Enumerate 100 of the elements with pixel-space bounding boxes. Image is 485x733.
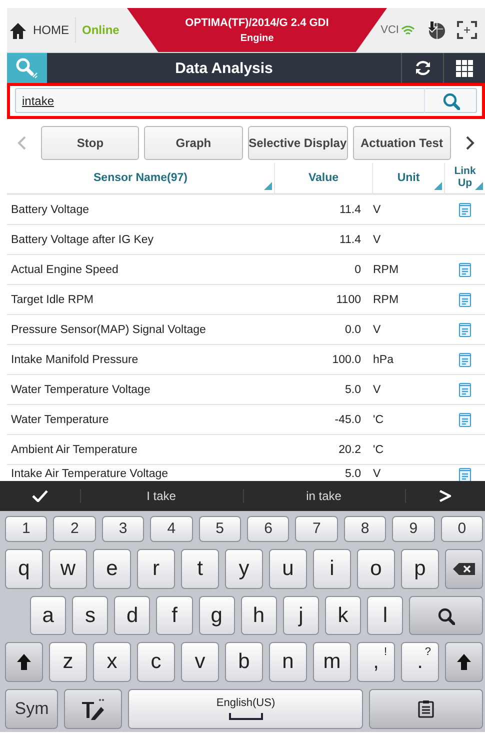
refresh-icon[interactable] <box>414 59 432 77</box>
column-header[interactable]: Value <box>308 172 339 184</box>
key[interactable]: k <box>324 596 362 636</box>
sensor-name: Battery Voltage after IG Key <box>10 234 155 246</box>
key[interactable]: .? <box>401 642 439 682</box>
space-key[interactable]: English(US) <box>128 689 364 729</box>
key[interactable]: c <box>137 642 175 682</box>
search-key[interactable] <box>409 596 483 636</box>
column-header[interactable]: Link Up <box>453 166 477 190</box>
sort-icon[interactable] <box>264 182 272 190</box>
checkmark-icon[interactable] <box>32 490 48 502</box>
sensor-name: Actual Engine Speed <box>10 264 120 276</box>
key[interactable]: 3 <box>102 516 144 542</box>
key[interactable]: h <box>240 596 277 636</box>
sensor-value: 5.0 <box>344 384 362 396</box>
key[interactable]: p <box>401 548 439 589</box>
vehicle-name: OPTIMA(TF)/2014/G 2.4 GDI <box>185 16 329 28</box>
document-icon[interactable] <box>459 412 471 426</box>
search-field[interactable]: intake <box>15 88 425 113</box>
sensor-name: Pressure Sensor(MAP) Signal Voltage <box>10 324 207 336</box>
sort-icon[interactable] <box>434 182 442 190</box>
space-bar-icon <box>228 713 263 722</box>
search-icon <box>442 92 460 110</box>
key[interactable]: o <box>357 548 395 589</box>
clipboard-key[interactable] <box>369 689 483 729</box>
key[interactable]: e <box>93 548 131 589</box>
search-icon <box>15 57 39 79</box>
key[interactable]: r <box>137 548 175 589</box>
word-suggestion[interactable]: in take <box>306 489 342 503</box>
column-header[interactable]: Sensor Name(97) <box>94 172 188 184</box>
key[interactable]: 2 <box>53 516 96 542</box>
document-icon[interactable] <box>459 322 471 336</box>
document-icon[interactable] <box>459 202 471 216</box>
chevron-right-icon[interactable] <box>465 135 476 151</box>
key[interactable]: 1 <box>5 516 48 542</box>
sensor-name: Intake Air Temperature Voltage <box>10 468 170 480</box>
key[interactable]: 0 <box>440 516 484 542</box>
sensor-value: 11.4 <box>338 234 362 246</box>
document-icon[interactable] <box>459 262 471 276</box>
word-suggestion[interactable]: I take <box>146 489 176 503</box>
key[interactable]: 6 <box>247 516 290 542</box>
key[interactable]: a <box>30 596 66 636</box>
toolbar-button[interactable]: Graph <box>144 126 243 160</box>
sensor-value: -45.0 <box>334 414 362 426</box>
backspace-key[interactable] <box>445 548 483 589</box>
document-icon[interactable] <box>459 382 471 396</box>
key[interactable]: l <box>367 596 404 636</box>
key[interactable]: g <box>198 596 235 636</box>
shift-key[interactable] <box>445 642 483 682</box>
toolbar-button[interactable]: Selective Display <box>248 126 348 160</box>
key[interactable]: u <box>269 548 307 589</box>
sensor-unit: V <box>373 234 382 246</box>
document-icon[interactable] <box>459 468 471 481</box>
sensor-unit: V <box>373 324 382 336</box>
shift-key[interactable] <box>5 642 43 682</box>
connection-status: Online <box>82 23 120 37</box>
sensor-unit: V <box>373 384 382 396</box>
sensor-name: Water Temperature Voltage <box>10 384 152 396</box>
key[interactable]: z <box>49 642 87 682</box>
key[interactable]: 4 <box>150 516 193 542</box>
screen-title: Data Analysis <box>174 60 274 76</box>
key[interactable]: 8 <box>344 516 386 542</box>
key[interactable]: n <box>269 642 307 682</box>
search-button[interactable] <box>425 88 477 113</box>
sensor-unit: V <box>373 468 382 480</box>
column-header[interactable]: Unit <box>397 172 420 184</box>
globe-download-icon[interactable] <box>425 20 447 40</box>
key[interactable]: f <box>156 596 193 636</box>
key[interactable]: x <box>93 642 131 682</box>
handwriting-key[interactable] <box>64 689 122 729</box>
key[interactable]: m <box>313 642 351 682</box>
toolbar-button[interactable]: Actuation Test <box>352 126 451 160</box>
key[interactable]: w <box>49 548 87 589</box>
grid-menu-icon[interactable] <box>456 60 473 76</box>
key[interactable]: d <box>114 596 150 636</box>
key[interactable]: s <box>72 596 108 636</box>
wifi-icon <box>401 25 415 35</box>
toolbar-button[interactable]: Stop <box>41 126 140 160</box>
sensor-value: 1100 <box>335 294 362 306</box>
key[interactable]: i <box>313 548 351 589</box>
key[interactable]: t <box>181 548 219 589</box>
key[interactable]: 9 <box>392 516 435 542</box>
key[interactable]: 7 <box>295 516 338 542</box>
fullscreen-icon[interactable] <box>457 21 477 39</box>
document-icon[interactable] <box>459 292 471 306</box>
key[interactable]: v <box>181 642 219 682</box>
sort-icon[interactable] <box>475 182 483 190</box>
sensor-value: 20.2 <box>338 444 362 456</box>
key[interactable]: b <box>225 642 263 682</box>
document-icon[interactable] <box>459 352 471 366</box>
key[interactable]: 5 <box>198 516 242 542</box>
key[interactable]: j <box>282 596 319 636</box>
home-link[interactable]: HOME <box>33 23 69 37</box>
keyboard-language: English(US) <box>216 697 276 710</box>
sensor-name: Intake Manifold Pressure <box>10 354 140 366</box>
key[interactable]: q <box>5 548 43 589</box>
key[interactable]: , ! <box>357 642 395 682</box>
symbols-key[interactable]: Sym <box>5 689 58 729</box>
key[interactable]: y <box>225 548 263 589</box>
home-icon[interactable] <box>9 22 27 38</box>
